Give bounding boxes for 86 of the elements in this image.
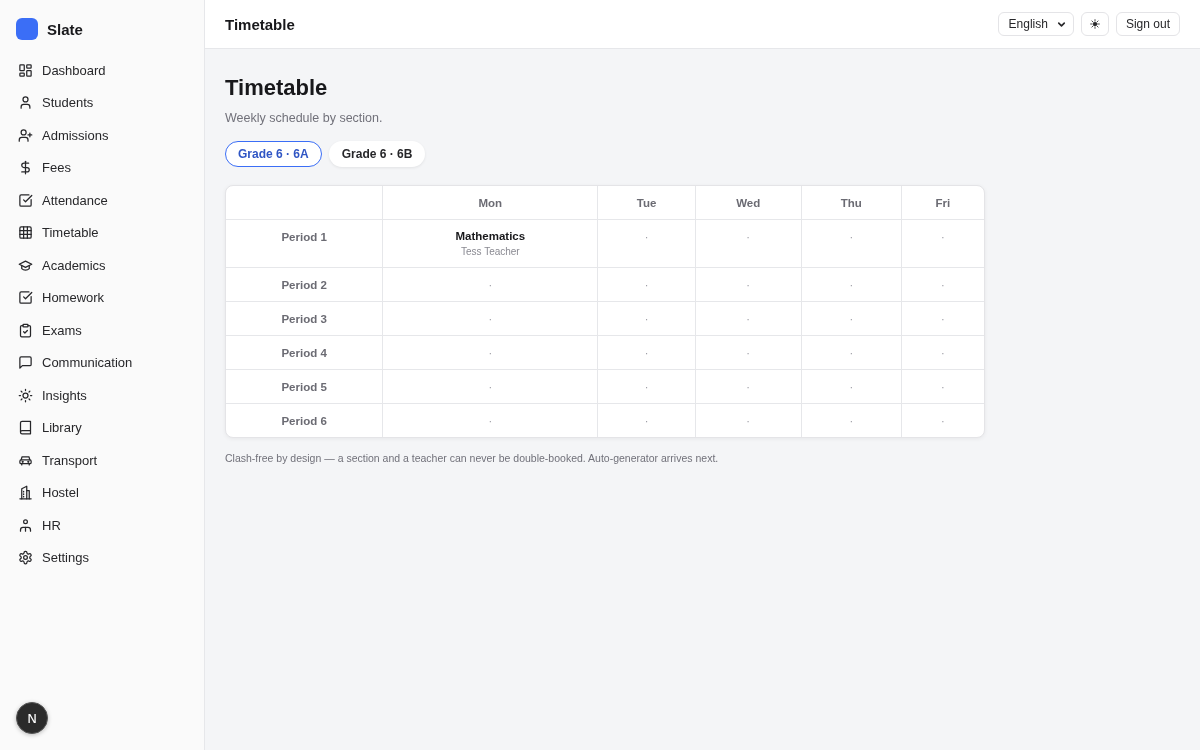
sidebar-item[interactable]: Transport <box>12 444 196 477</box>
empty-slot-dot: · <box>488 347 493 359</box>
empty-slot-dot: · <box>849 347 854 359</box>
page-title: Timetable <box>225 74 328 102</box>
empty-slot-dot: · <box>849 231 854 243</box>
empty-slot-dot: · <box>488 279 493 291</box>
person-icon <box>18 95 33 111</box>
empty-slot-dot: · <box>849 313 854 325</box>
subject-name: Mathematics <box>455 229 526 244</box>
section-tab[interactable]: Grade 6 · 6B <box>328 141 426 167</box>
speech-bubble-icon <box>18 355 33 371</box>
empty-slot-dot: · <box>941 415 945 427</box>
empty-slot-dot: · <box>644 313 649 325</box>
sidebar-item[interactable]: Insights <box>12 379 196 412</box>
sidebar-item[interactable]: Admissions <box>12 119 196 152</box>
sun-icon <box>18 387 33 403</box>
book-icon <box>18 420 33 436</box>
empty-slot-dot: · <box>746 231 750 243</box>
empty-slot-dot: · <box>746 415 750 427</box>
period-label: Period 4 <box>281 347 327 359</box>
section-tab[interactable]: Grade 6 · 6A <box>225 141 322 167</box>
empty-slot-dot: · <box>644 381 649 393</box>
empty-slot-dot: · <box>746 381 750 393</box>
empty-slot-dot: · <box>644 279 649 291</box>
day-header: Thu <box>840 197 862 209</box>
empty-slot-dot: · <box>849 279 854 291</box>
period-label: Period 2 <box>281 279 327 291</box>
empty-slot-dot: · <box>644 231 649 243</box>
sidebar-item[interactable]: HR <box>12 509 196 542</box>
theme-toggle-button[interactable] <box>1080 12 1109 36</box>
person-plus-icon <box>18 127 33 143</box>
logo-icon <box>16 18 38 40</box>
sidebar-item[interactable]: Attendance <box>12 184 196 217</box>
empty-slot-dot: · <box>941 347 945 359</box>
empty-slot-dot: · <box>488 313 493 325</box>
empty-slot-dot: · <box>941 313 945 325</box>
footnote-text: Clash-free by design — a section and a teacher can never be double-booked. Auto-generator arrives next. <box>225 452 719 464</box>
building-icon <box>18 485 33 501</box>
dashboard-icon <box>18 62 33 78</box>
period-label: Period 1 <box>281 231 327 243</box>
sidebar-item[interactable]: Hostel <box>12 476 196 509</box>
sidebar-item[interactable]: Fees <box>12 151 196 184</box>
sidebar-item[interactable]: Homework <box>12 281 196 314</box>
empty-slot-dot: · <box>941 381 945 393</box>
checkbox-icon <box>18 290 33 306</box>
graduation-cap-icon <box>18 257 33 273</box>
empty-slot-dot: · <box>488 381 493 393</box>
checkbox-icon <box>18 192 33 208</box>
page-header-title: Timetable <box>225 15 295 33</box>
empty-slot-dot: · <box>849 381 854 393</box>
sidebar-item[interactable]: Communication <box>12 346 196 379</box>
clipboard-icon <box>18 322 33 338</box>
people-icon <box>18 517 33 533</box>
settings-icon <box>18 550 33 566</box>
sidebar-item[interactable]: Academics <box>12 249 196 282</box>
grid-icon <box>18 225 33 241</box>
day-header: Mon <box>478 197 503 209</box>
empty-slot-dot: · <box>746 347 750 359</box>
teacher-name: Tess Teacher <box>460 245 520 259</box>
sidebar-item[interactable]: Library <box>12 411 196 444</box>
language-select[interactable]: English <box>997 12 1074 36</box>
page-subtitle: Weekly schedule by section. <box>225 111 383 125</box>
sun-icon <box>1089 19 1100 29</box>
period-label: Period 5 <box>281 381 327 393</box>
period-label: Period 3 <box>281 313 327 325</box>
day-header: Wed <box>736 197 761 209</box>
dollar-icon <box>18 160 33 176</box>
empty-slot-dot: · <box>746 279 750 291</box>
empty-slot-dot: · <box>644 415 649 427</box>
empty-slot-dot: · <box>644 347 649 359</box>
dev-indicator-button[interactable]: N <box>16 702 48 734</box>
sidebar-item[interactable]: Students <box>12 86 196 119</box>
empty-slot-dot: · <box>941 231 945 243</box>
empty-slot-dot: · <box>941 279 945 291</box>
day-header: Tue <box>636 197 657 209</box>
sidebar-item[interactable]: Timetable <box>12 216 196 249</box>
sign-out-button[interactable]: Sign out <box>1115 12 1180 36</box>
sidebar-item[interactable]: Dashboard <box>12 54 196 87</box>
brand-name: Slate <box>47 20 83 38</box>
empty-slot-dot: · <box>488 415 493 427</box>
sidebar-item[interactable]: Settings <box>12 541 196 574</box>
empty-slot-dot: · <box>849 415 854 427</box>
sidebar-item[interactable]: Exams <box>12 314 196 347</box>
day-header: Fri <box>935 197 951 209</box>
empty-slot-dot: · <box>746 313 750 325</box>
period-label: Period 6 <box>281 415 327 427</box>
